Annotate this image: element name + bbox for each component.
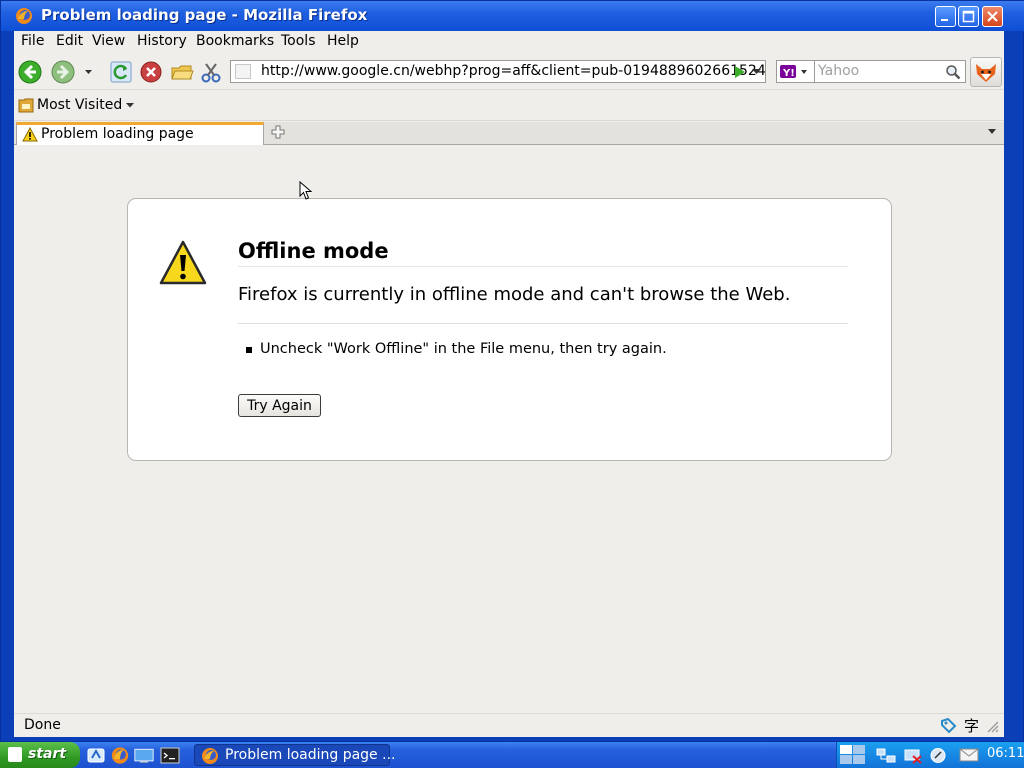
stop-button[interactable]: [138, 59, 164, 85]
home-button[interactable]: [169, 59, 195, 85]
workspace-switcher-icon[interactable]: [839, 744, 867, 766]
warning-icon: [22, 127, 38, 142]
chevron-down-icon: [126, 103, 134, 108]
search-box[interactable]: [814, 60, 966, 83]
ime-character-icon[interactable]: 字: [964, 715, 979, 736]
tab-bar: Problem loading page: [14, 122, 1004, 145]
mouse-cursor-icon: [299, 181, 313, 200]
try-again-button[interactable]: Try Again: [238, 394, 321, 417]
search-icon[interactable]: [945, 64, 961, 80]
back-button[interactable]: [17, 59, 43, 85]
volume-icon[interactable]: [929, 747, 947, 764]
url-text[interactable]: http://www.google.cn/webhp?prog=aff&clie…: [261, 63, 766, 79]
menu-tools[interactable]: Tools: [281, 33, 316, 49]
minimize-icon: [941, 19, 948, 21]
explorer-quicklaunch-icon[interactable]: [86, 746, 106, 765]
firefox-quicklaunch-icon[interactable]: [110, 746, 130, 765]
start-label: start: [28, 746, 67, 762]
menu-history[interactable]: History: [137, 33, 187, 49]
close-button[interactable]: [982, 6, 1003, 27]
title-divider: [238, 266, 848, 267]
browser-window: Problem loading page - Mozilla Firefox F…: [0, 0, 1024, 742]
start-button[interactable]: start: [0, 742, 80, 768]
chevron-down-icon[interactable]: [752, 69, 761, 75]
search-engine-selector[interactable]: Y!: [776, 60, 814, 83]
menu-bookmarks[interactable]: Bookmarks: [196, 33, 274, 49]
close-icon: [987, 11, 998, 22]
tab-label: Problem loading page: [41, 126, 194, 142]
navigation-toolbar: http://www.google.cn/webhp?prog=aff&clie…: [14, 54, 1004, 90]
error-title: Offline mode: [238, 239, 389, 263]
description-divider: [238, 323, 848, 324]
fox-mascot-icon: [976, 64, 996, 82]
status-text: Done: [24, 717, 61, 733]
new-tab-icon[interactable]: [271, 125, 285, 139]
back-arrow-icon: [18, 60, 42, 84]
url-bar[interactable]: http://www.google.cn/webhp?prog=aff&clie…: [230, 60, 766, 83]
menu-view[interactable]: View: [92, 33, 125, 49]
window-title: Problem loading page - Mozilla Firefox: [41, 6, 368, 24]
menu-bar: File Edit View History Bookmarks Tools H…: [14, 31, 1004, 53]
site-identity-icon[interactable]: [235, 64, 251, 79]
clock: 06:11: [987, 746, 1024, 761]
title-bar[interactable]: Problem loading page - Mozilla Firefox: [1, 1, 1024, 31]
most-visited-button[interactable]: Most Visited: [18, 96, 134, 116]
bookmarks-toolbar: Most Visited: [14, 91, 1004, 121]
browser-client: File Edit View History Bookmarks Tools H…: [14, 31, 1004, 737]
bullet-marker: [246, 347, 252, 353]
stop-icon: [140, 61, 162, 83]
most-visited-label: Most Visited: [37, 97, 123, 113]
bookmark-folder-icon: [18, 98, 34, 113]
resize-grip-icon[interactable]: [986, 720, 999, 733]
taskbar: start Problem loading page ... 06:11: [0, 742, 1024, 768]
folder-home-icon: [171, 65, 194, 80]
page-content: Offline mode Firefox is currently in off…: [14, 146, 1004, 713]
reload-icon: [110, 61, 132, 83]
firefox-addon-button[interactable]: [970, 57, 1002, 87]
desktop-quicklaunch-icon[interactable]: [134, 746, 154, 765]
go-arrow-icon[interactable]: [733, 65, 747, 79]
task-label: Problem loading page ...: [225, 747, 396, 763]
taskbar-firefox-task[interactable]: Problem loading page ...: [194, 744, 395, 766]
menu-file[interactable]: File: [21, 33, 44, 49]
error-hint: Uncheck "Work Offline" in the File menu,…: [260, 341, 667, 357]
forward-arrow-icon: [51, 60, 75, 84]
system-tray: 06:11: [836, 742, 1024, 768]
menu-help[interactable]: Help: [327, 33, 359, 49]
maximize-icon: [962, 10, 975, 23]
windows-logo-icon: [8, 747, 22, 762]
firefox-icon: [202, 748, 218, 764]
history-dropdown-button[interactable]: [82, 59, 96, 85]
menu-edit[interactable]: Edit: [56, 33, 83, 49]
tag-icon[interactable]: [939, 716, 957, 734]
network-disconnected-icon[interactable]: [903, 747, 923, 764]
tab-problem-loading[interactable]: Problem loading page: [16, 122, 264, 145]
scissors-icon: [201, 63, 221, 83]
error-description: Firefox is currently in offline mode and…: [238, 284, 791, 305]
terminal-quicklaunch-icon[interactable]: [160, 746, 180, 765]
cut-button[interactable]: [198, 59, 224, 85]
error-container: Offline mode Firefox is currently in off…: [127, 198, 892, 461]
warning-icon: [159, 240, 207, 285]
yahoo-logo-icon: Y!: [780, 65, 807, 79]
maximize-button[interactable]: [958, 6, 979, 27]
reload-button[interactable]: [108, 59, 134, 85]
forward-button[interactable]: [50, 59, 76, 85]
chevron-down-icon: [85, 70, 92, 74]
network-icon[interactable]: [875, 747, 897, 764]
tab-list-chevron-icon[interactable]: [988, 129, 996, 135]
search-input[interactable]: [818, 63, 943, 79]
status-bar: Done 字: [14, 713, 1004, 737]
svg-text:Y!: Y!: [782, 68, 795, 79]
firefox-icon: [16, 8, 32, 24]
mail-icon[interactable]: [959, 747, 979, 762]
minimize-button[interactable]: [935, 6, 956, 27]
